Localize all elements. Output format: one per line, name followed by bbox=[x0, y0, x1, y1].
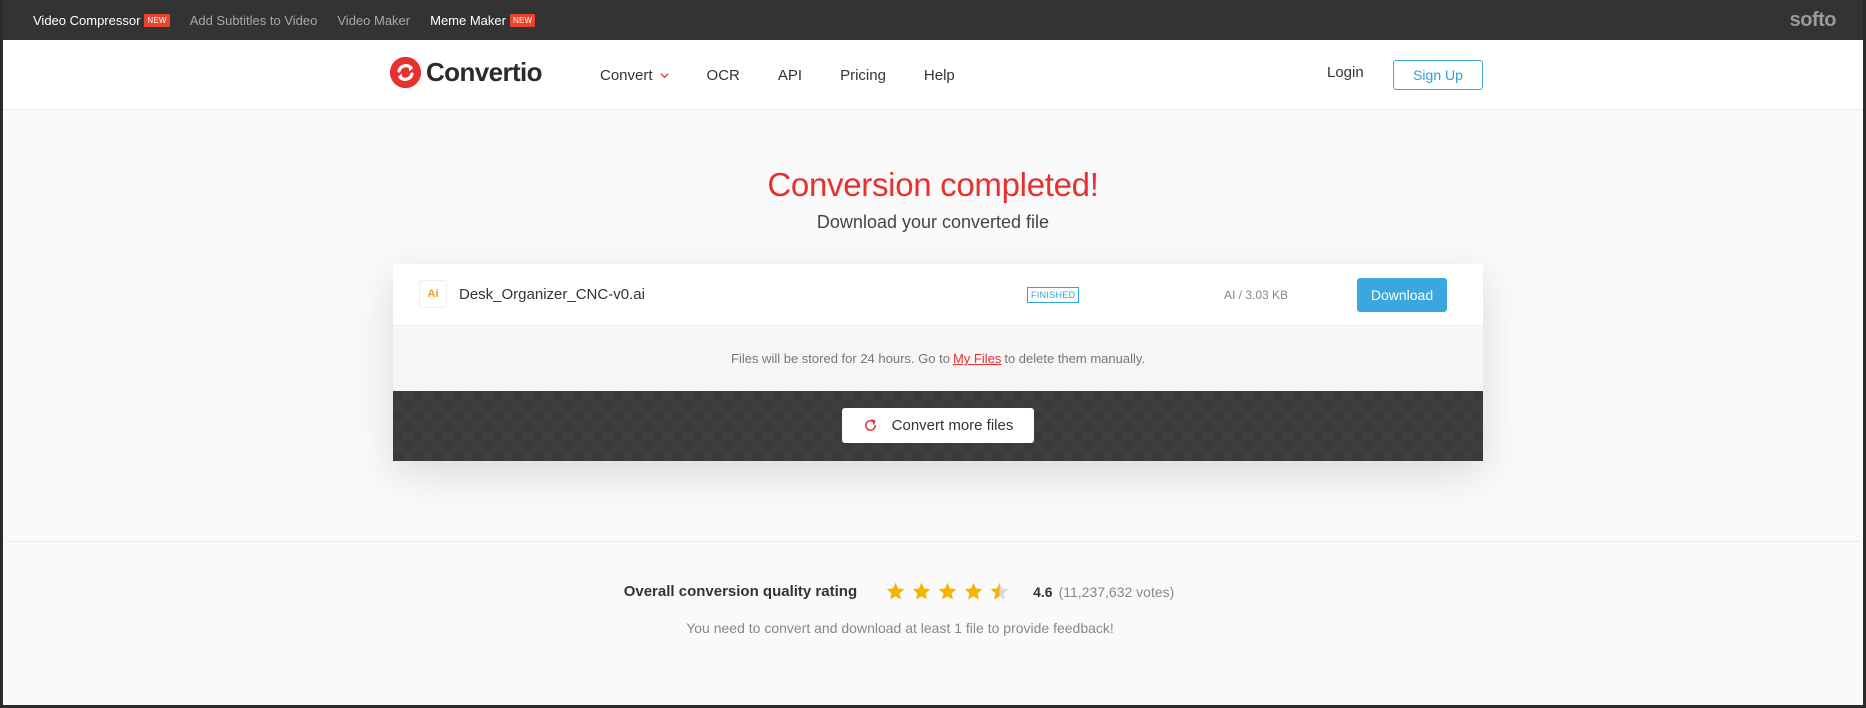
softo-topbar: Video Compressor NEW Add Subtitles to Vi… bbox=[3, 0, 1863, 40]
nav-item-ocr[interactable]: OCR bbox=[707, 67, 740, 84]
star-icon[interactable] bbox=[911, 581, 932, 602]
nav-item-label: Help bbox=[923, 66, 955, 84]
rating-value: 4.6 bbox=[1033, 583, 1053, 600]
chevron-down-icon bbox=[659, 72, 669, 78]
storage-note-text: Files will be stored for 24 hours. Go to bbox=[731, 351, 950, 366]
site-header: Convertio Convert OCR API Pricing Help L bbox=[3, 40, 1863, 110]
nav-item-api[interactable]: API bbox=[778, 67, 802, 84]
convert-more-label: Convert more files bbox=[891, 417, 1014, 434]
page-frame: Video Compressor NEW Add Subtitles to Vi… bbox=[0, 0, 1866, 708]
page-title: Conversion completed! bbox=[767, 166, 1099, 203]
star-icon[interactable] bbox=[885, 581, 906, 602]
storage-note-text: to delete them manually. bbox=[1004, 351, 1145, 366]
refresh-icon bbox=[864, 419, 876, 431]
topbar-link-label: Video Compressor bbox=[33, 12, 141, 28]
star-icon[interactable] bbox=[963, 581, 984, 602]
ai-file-icon: Ai bbox=[419, 280, 447, 308]
nav-item-convert[interactable]: Convert bbox=[600, 67, 669, 84]
rating-stars[interactable] bbox=[885, 581, 1015, 602]
nav-item-label: OCR bbox=[706, 66, 740, 84]
file-row: Ai Desk_Organizer_CNC-v0.ai FINISHED AI … bbox=[393, 264, 1483, 326]
status-badge: FINISHED bbox=[1027, 287, 1080, 303]
download-button[interactable]: Download bbox=[1357, 278, 1447, 312]
rating-votes: (11,237,632 votes) bbox=[1058, 583, 1175, 600]
page-subtitle: Download your converted file bbox=[816, 212, 1050, 232]
star-icon[interactable] bbox=[937, 581, 958, 602]
topbar-link-add-subtitles[interactable]: Add Subtitles to Video bbox=[190, 13, 318, 28]
topbar-link-video-compressor[interactable]: Video Compressor NEW bbox=[33, 13, 170, 28]
topbar-link-meme-maker[interactable]: Meme Maker NEW bbox=[430, 12, 536, 28]
rating-label: Overall conversion quality rating bbox=[623, 583, 858, 600]
nav-item-help[interactable]: Help bbox=[924, 67, 955, 84]
new-badge: NEW bbox=[144, 13, 170, 27]
feedback-note: You need to convert and download at leas… bbox=[686, 620, 1114, 636]
topbar-link-label: Add Subtitles to Video bbox=[189, 12, 318, 28]
convertio-logo[interactable]: Convertio bbox=[390, 57, 543, 88]
section-divider bbox=[6, 541, 1860, 542]
main-nav: Convert OCR API Pricing Help bbox=[600, 40, 993, 110]
login-link[interactable]: Login bbox=[1327, 64, 1364, 81]
my-files-link[interactable]: My Files bbox=[953, 351, 1001, 366]
softo-logo[interactable]: softo bbox=[1790, 9, 1837, 32]
rating-row: Overall conversion quality rating 4.6 (1… bbox=[3, 581, 1863, 602]
convertio-logo-text: Convertio bbox=[426, 57, 543, 87]
new-badge: NEW bbox=[509, 13, 536, 27]
topbar-link-label: Meme Maker bbox=[430, 12, 506, 28]
signup-button[interactable]: Sign Up bbox=[1393, 60, 1483, 90]
topbar-link-video-maker[interactable]: Video Maker bbox=[337, 13, 410, 28]
topbar-link-label: Video Maker bbox=[337, 12, 411, 28]
nav-item-label: Convert bbox=[600, 66, 653, 84]
convert-more-bar: Convert more files bbox=[393, 391, 1483, 461]
file-card: Ai Desk_Organizer_CNC-v0.ai FINISHED AI … bbox=[393, 264, 1483, 461]
half-star-icon[interactable] bbox=[989, 581, 1010, 602]
nav-item-label: Pricing bbox=[840, 66, 886, 84]
convertio-logo-icon bbox=[390, 57, 421, 88]
file-name: Desk_Organizer_CNC-v0.ai bbox=[459, 286, 645, 303]
storage-note: Files will be stored for 24 hours. Go to… bbox=[393, 326, 1483, 391]
nav-item-pricing[interactable]: Pricing bbox=[840, 67, 886, 84]
file-size: AI / 3.03 KB bbox=[1224, 288, 1289, 302]
nav-item-label: API bbox=[777, 66, 803, 84]
convert-more-button[interactable]: Convert more files bbox=[842, 408, 1034, 443]
